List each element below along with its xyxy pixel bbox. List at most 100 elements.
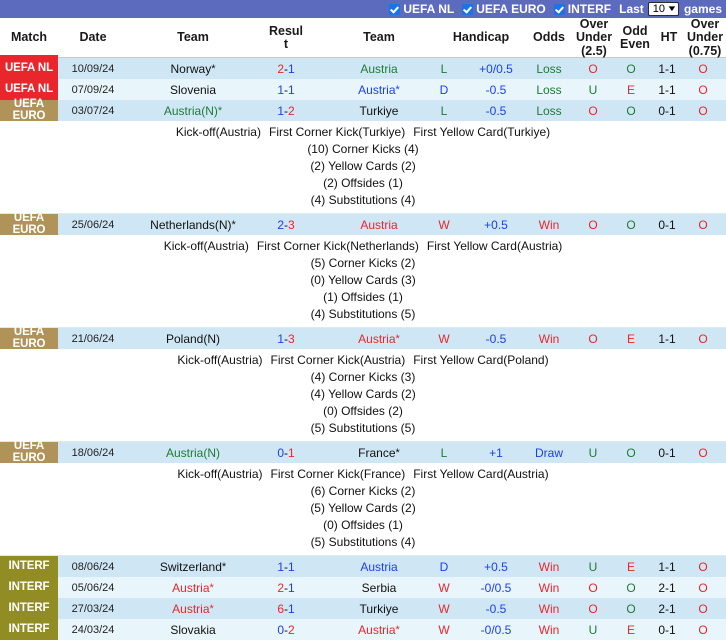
odd-even-result: E [626, 622, 635, 637]
home-team-name[interactable]: Austria(N) * [128, 100, 258, 121]
home-team-star: * [209, 581, 214, 594]
column-header-over-under-075[interactable]: Over Under (0.75) [684, 18, 726, 58]
column-header-ht[interactable]: HT [654, 18, 684, 58]
handicap-line: -0.5 [485, 601, 507, 616]
column-header-handicap[interactable]: Handicap [444, 18, 518, 58]
match-result-score[interactable]: 1-2 [258, 100, 314, 121]
handicap-line: +0.5 [484, 217, 508, 232]
substitutions-stat: (4) Substitutions (4) [310, 193, 416, 207]
home-team-name[interactable]: Austria * [128, 598, 258, 619]
match-result-score[interactable]: 1-1 [258, 79, 314, 100]
match-result-score[interactable]: 6-1 [258, 598, 314, 619]
table-row[interactable]: UEFA EURO 25/06/24 Netherlands(N) * 2-3 Austr… [0, 212, 726, 235]
match-date: 27/03/24 [71, 602, 115, 615]
home-team-name[interactable]: Netherlands(N) * [128, 214, 258, 235]
odd-even-result: O [626, 103, 636, 118]
yellow-cards-stat: (0) Yellow Cards (3) [310, 273, 416, 287]
home-team-name[interactable]: Poland(N) [128, 328, 258, 349]
corner-kicks-stat: (10) Corner Kicks (4) [307, 142, 419, 156]
yellow-cards-stat: (5) Yellow Cards (2) [310, 501, 416, 515]
match-result-score[interactable]: 0-1 [258, 442, 314, 463]
table-row[interactable]: UEFA NL 10/09/24 Norway * 2-1 Austria L +0/0.5 L… [0, 58, 726, 79]
match-result-score[interactable]: 2-1 [258, 58, 314, 79]
home-team-name[interactable]: Slovakia [128, 619, 258, 640]
column-header-odds[interactable]: Odds [526, 18, 572, 58]
column-header-over-under-25[interactable]: Over Under (2.5) [572, 18, 616, 58]
odds-result: Loss [536, 61, 562, 76]
checkbox-checked-icon[interactable] [462, 3, 474, 15]
games-count-select[interactable]: 10 ▼ [647, 2, 679, 16]
competition-tag: UEFA NL [0, 79, 58, 100]
checkbox-checked-icon[interactable] [553, 3, 565, 15]
over-under-075-result: O [698, 217, 708, 232]
score-home: 2 [277, 217, 284, 232]
filter-uefa-nl-label: UEFA NL [403, 2, 455, 16]
match-result-score[interactable]: 1-1 [258, 556, 314, 577]
column-header-result[interactable]: Resul t [258, 18, 314, 58]
detail-events-line: Kick-off(Austria) First Corner Kick(Austr… [0, 352, 726, 369]
column-header-date[interactable]: Date [58, 18, 128, 58]
last-games-label: Last [619, 2, 644, 16]
match-date: 07/09/24 [71, 83, 115, 96]
score-away: 1 [288, 580, 295, 595]
table-row[interactable]: INTERF 27/03/24 Austria * 6-1 Turkiye W -0.5 Win… [0, 598, 726, 619]
handicap-result: L [440, 445, 448, 460]
home-team-name[interactable]: Slovenia [128, 79, 258, 100]
offsides-stat: (0) Offsides (1) [323, 518, 403, 532]
half-time-score: 0-1 [658, 103, 676, 118]
table-row[interactable]: UEFA EURO 21/06/24 Poland(N) 1-3 Austria * W -0… [0, 326, 726, 349]
match-date: 24/03/24 [71, 623, 115, 636]
filter-interf[interactable]: INTERF [553, 2, 612, 16]
competition-tag: INTERF [0, 556, 58, 577]
filter-interf-label: INTERF [567, 2, 612, 16]
kickoff-info: Kick-off(Austria) [177, 353, 263, 367]
odds-result: Win [538, 559, 560, 574]
table-row[interactable]: INTERF 08/06/24 Switzerland * 1-1 Austria D +0.… [0, 556, 726, 577]
odds-result: Win [538, 601, 560, 616]
half-time-score: 0-1 [658, 445, 676, 460]
table-row[interactable]: UEFA EURO 18/06/24 Austria(N) 0-1 France * L +1… [0, 440, 726, 463]
handicap-result: W [438, 601, 450, 616]
over-under-25-result: U [588, 445, 598, 460]
substitutions-stat: (5) Substitutions (4) [310, 535, 416, 549]
filter-uefa-euro[interactable]: UEFA EURO [462, 2, 546, 16]
score-home: 6 [277, 601, 284, 616]
half-time-score: 0-1 [658, 622, 676, 637]
home-team-star: * [211, 62, 216, 75]
match-result-score[interactable]: 1-3 [258, 328, 314, 349]
odd-even-result: O [626, 601, 636, 616]
column-header-team-home[interactable]: Team [128, 18, 258, 58]
table-row[interactable]: INTERF 24/03/24 Slovakia 0-2 Austria * W -0/0.5… [0, 619, 726, 640]
handicap-result: D [439, 82, 449, 97]
competition-tag: UEFA EURO [0, 440, 58, 463]
match-result-score[interactable]: 2-3 [258, 214, 314, 235]
table-row[interactable]: UEFA EURO 03/07/24 Austria(N) * 1-2 Turkiye L -… [0, 98, 726, 121]
handicap-line: -0/0.5 [480, 580, 512, 595]
home-team-name[interactable]: Austria(N) [128, 442, 258, 463]
match-result-score[interactable]: 2-1 [258, 577, 314, 598]
home-team-star: * [217, 104, 223, 117]
over-under-25-result: U [588, 559, 598, 574]
away-team-star: * [395, 623, 400, 636]
checkbox-checked-icon[interactable] [389, 3, 401, 15]
kickoff-info: Kick-off(Austria) [163, 239, 249, 253]
home-team-name[interactable]: Norway * [128, 58, 258, 79]
match-result-score[interactable]: 0-2 [258, 619, 314, 640]
odd-even-result: E [626, 331, 635, 346]
first-yellow-card-info: First Yellow Card(Austria) [426, 239, 563, 253]
filter-uefa-nl[interactable]: UEFA NL [389, 2, 454, 16]
score-home: 1 [277, 559, 284, 574]
column-header-team-away[interactable]: Team [314, 18, 444, 58]
detail-events-line: Kick-off(Austria) First Corner Kick(Franc… [0, 466, 726, 483]
offsides-stat: (0) Offsides (2) [323, 404, 403, 418]
yellow-cards-stat: (2) Yellow Cards (2) [310, 159, 416, 173]
home-team-name[interactable]: Switzerland * [128, 556, 258, 577]
column-header-odd-even[interactable]: Odd Even [616, 18, 654, 58]
home-team-name[interactable]: Austria * [128, 577, 258, 598]
first-yellow-card-info: First Yellow Card(Turkiye) [413, 125, 551, 139]
column-header-match[interactable]: Match [0, 18, 58, 58]
table-row[interactable]: INTERF 05/06/24 Austria * 2-1 Serbia W -0/0.5 Wi… [0, 577, 726, 598]
score-home: 1 [277, 331, 284, 346]
detail-events-line: Kick-off(Austria) First Corner Kick(Nethe… [0, 238, 726, 255]
table-row[interactable]: UEFA NL 07/09/24 Slovenia 1-1 Austria * D -0.5 L… [0, 79, 726, 100]
